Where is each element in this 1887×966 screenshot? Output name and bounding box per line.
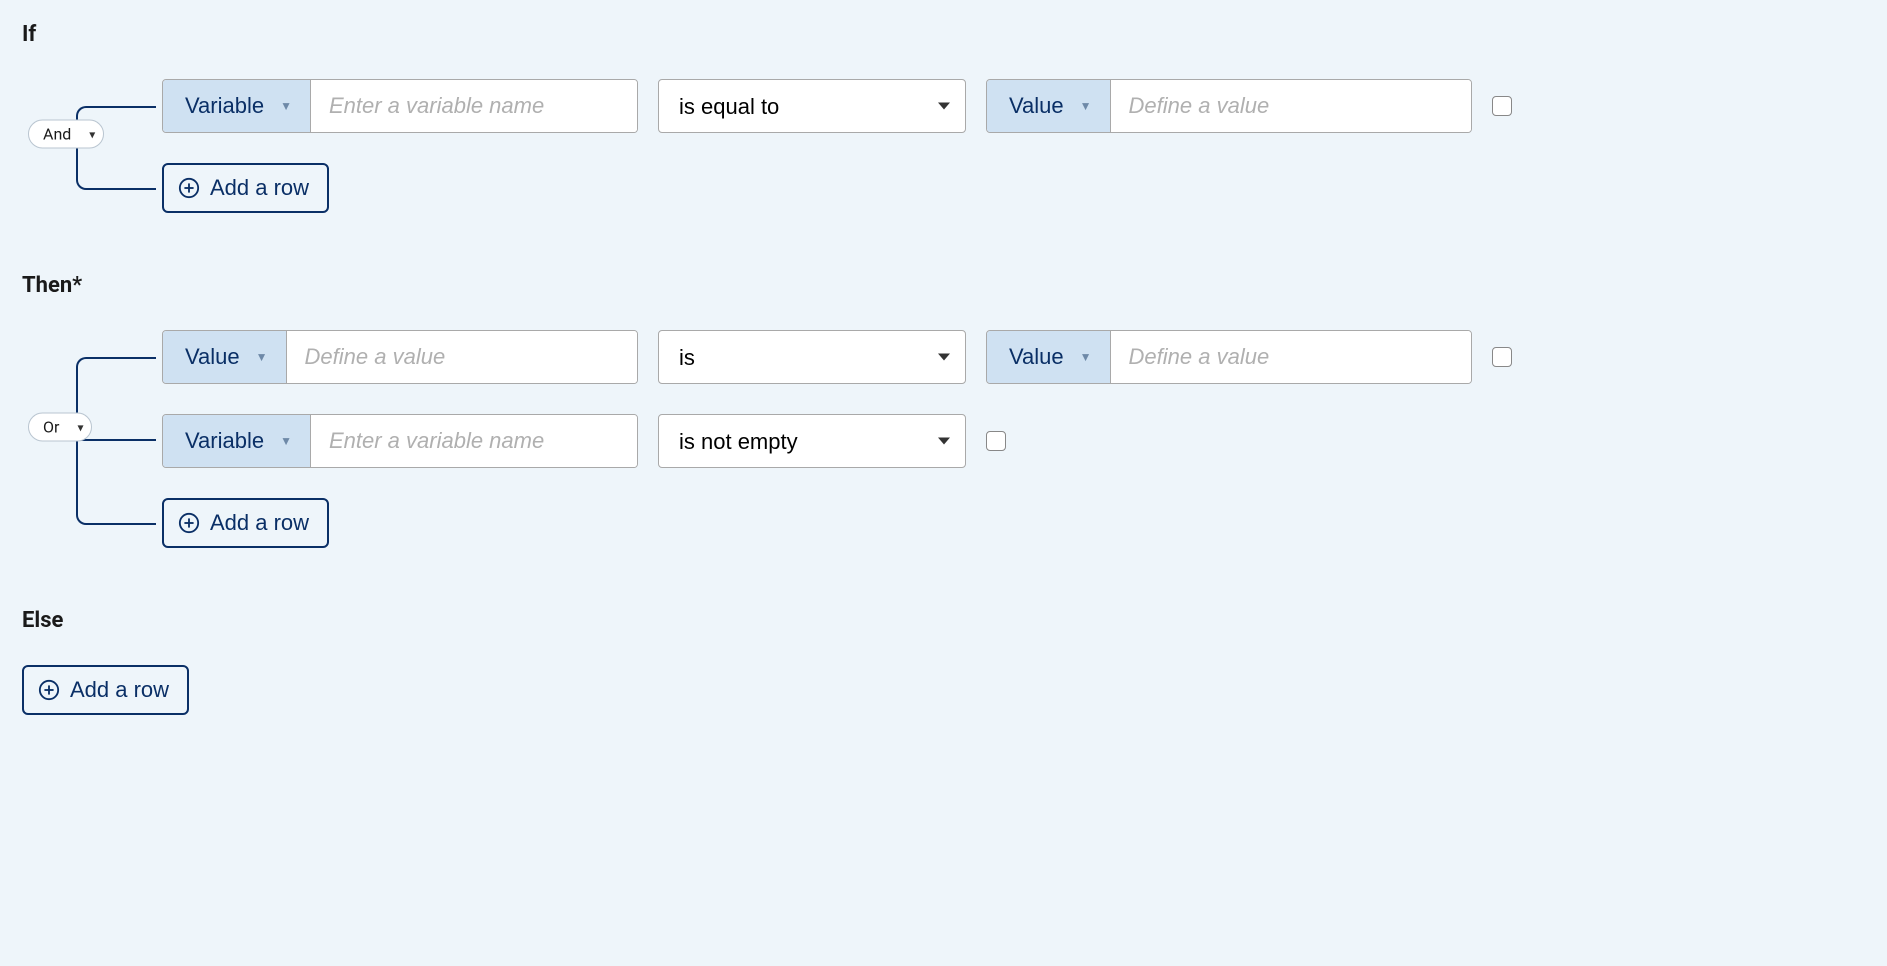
- left-operand-input[interactable]: [287, 331, 637, 383]
- condition-row: Value ▼ is Value ▼: [162, 330, 1865, 384]
- left-operand-group: Value ▼: [162, 330, 638, 384]
- plus-circle-icon: [178, 177, 200, 199]
- condition-row: Variable ▼ is not empty: [162, 414, 1865, 468]
- left-type-select[interactable]: Variable ▼: [163, 415, 311, 467]
- add-row-button[interactable]: Add a row: [162, 163, 329, 213]
- caret-down-icon: ▼: [1080, 350, 1092, 364]
- left-operand-group: Variable ▼: [162, 414, 638, 468]
- left-type-select[interactable]: Value ▼: [163, 331, 287, 383]
- connector-line: [76, 427, 156, 525]
- chevron-down-icon: ▾: [77, 420, 83, 434]
- operator-wrap: is not empty: [658, 414, 966, 468]
- row-checkbox[interactable]: [1492, 347, 1512, 367]
- then-rows: Value ▼ is Value ▼: [162, 330, 1865, 548]
- if-join-column: And ▾: [22, 79, 162, 213]
- right-operand-input[interactable]: [1111, 80, 1471, 132]
- then-joiner-label: Or: [43, 418, 59, 437]
- caret-down-icon: ▼: [280, 434, 292, 448]
- left-operand-input[interactable]: [311, 415, 638, 467]
- right-type-select[interactable]: Value ▼: [987, 80, 1111, 132]
- left-type-label: Value: [185, 344, 240, 370]
- else-label: Else: [22, 608, 1865, 633]
- operator-select[interactable]: is not empty: [658, 414, 966, 468]
- add-row-label: Add a row: [70, 677, 169, 703]
- if-joiner-label: And: [43, 125, 71, 144]
- operator-select[interactable]: is: [658, 330, 966, 384]
- operator-select[interactable]: is equal to: [658, 79, 966, 133]
- left-operand-group: Variable ▼: [162, 79, 638, 133]
- operator-wrap: is equal to: [658, 79, 966, 133]
- then-label: Then*: [22, 273, 1865, 298]
- then-block: Or ▾ Value ▼ is: [22, 330, 1865, 548]
- caret-down-icon: ▼: [280, 99, 292, 113]
- else-add-container: Add a row: [22, 665, 1865, 715]
- plus-circle-icon: [38, 679, 60, 701]
- if-rows: Variable ▼ is equal to Value ▼: [162, 79, 1865, 213]
- right-operand-group: Value ▼: [986, 330, 1472, 384]
- add-row-label: Add a row: [210, 175, 309, 201]
- add-row-label: Add a row: [210, 510, 309, 536]
- else-section: Else Add a row: [22, 608, 1865, 715]
- row-checkbox[interactable]: [1492, 96, 1512, 116]
- if-joiner-select[interactable]: And ▾: [28, 120, 104, 149]
- operator-wrap: is: [658, 330, 966, 384]
- plus-circle-icon: [178, 512, 200, 534]
- right-operand-input[interactable]: [1111, 331, 1471, 383]
- add-row-container: Add a row: [162, 498, 1865, 548]
- left-type-label: Variable: [185, 93, 264, 119]
- right-type-select[interactable]: Value ▼: [987, 331, 1111, 383]
- add-row-container: Add a row: [162, 163, 1865, 213]
- add-row-button[interactable]: Add a row: [162, 498, 329, 548]
- right-type-label: Value: [1009, 344, 1064, 370]
- if-section: If And ▾ Variable ▼ is: [22, 22, 1865, 213]
- if-block: And ▾ Variable ▼ is equal to: [22, 79, 1865, 213]
- if-label: If: [22, 22, 1865, 47]
- condition-row: Variable ▼ is equal to Value ▼: [162, 79, 1865, 133]
- then-section: Then* Or ▾ Value ▼: [22, 273, 1865, 548]
- caret-down-icon: ▼: [256, 350, 268, 364]
- right-type-label: Value: [1009, 93, 1064, 119]
- left-type-label: Variable: [185, 428, 264, 454]
- left-type-select[interactable]: Variable ▼: [163, 80, 311, 132]
- then-joiner-select[interactable]: Or ▾: [28, 413, 92, 442]
- right-operand-group: Value ▼: [986, 79, 1472, 133]
- chevron-down-icon: ▾: [89, 127, 95, 141]
- row-checkbox[interactable]: [986, 431, 1006, 451]
- then-join-column: Or ▾: [22, 330, 162, 548]
- left-operand-input[interactable]: [311, 80, 638, 132]
- caret-down-icon: ▼: [1080, 99, 1092, 113]
- add-row-button[interactable]: Add a row: [22, 665, 189, 715]
